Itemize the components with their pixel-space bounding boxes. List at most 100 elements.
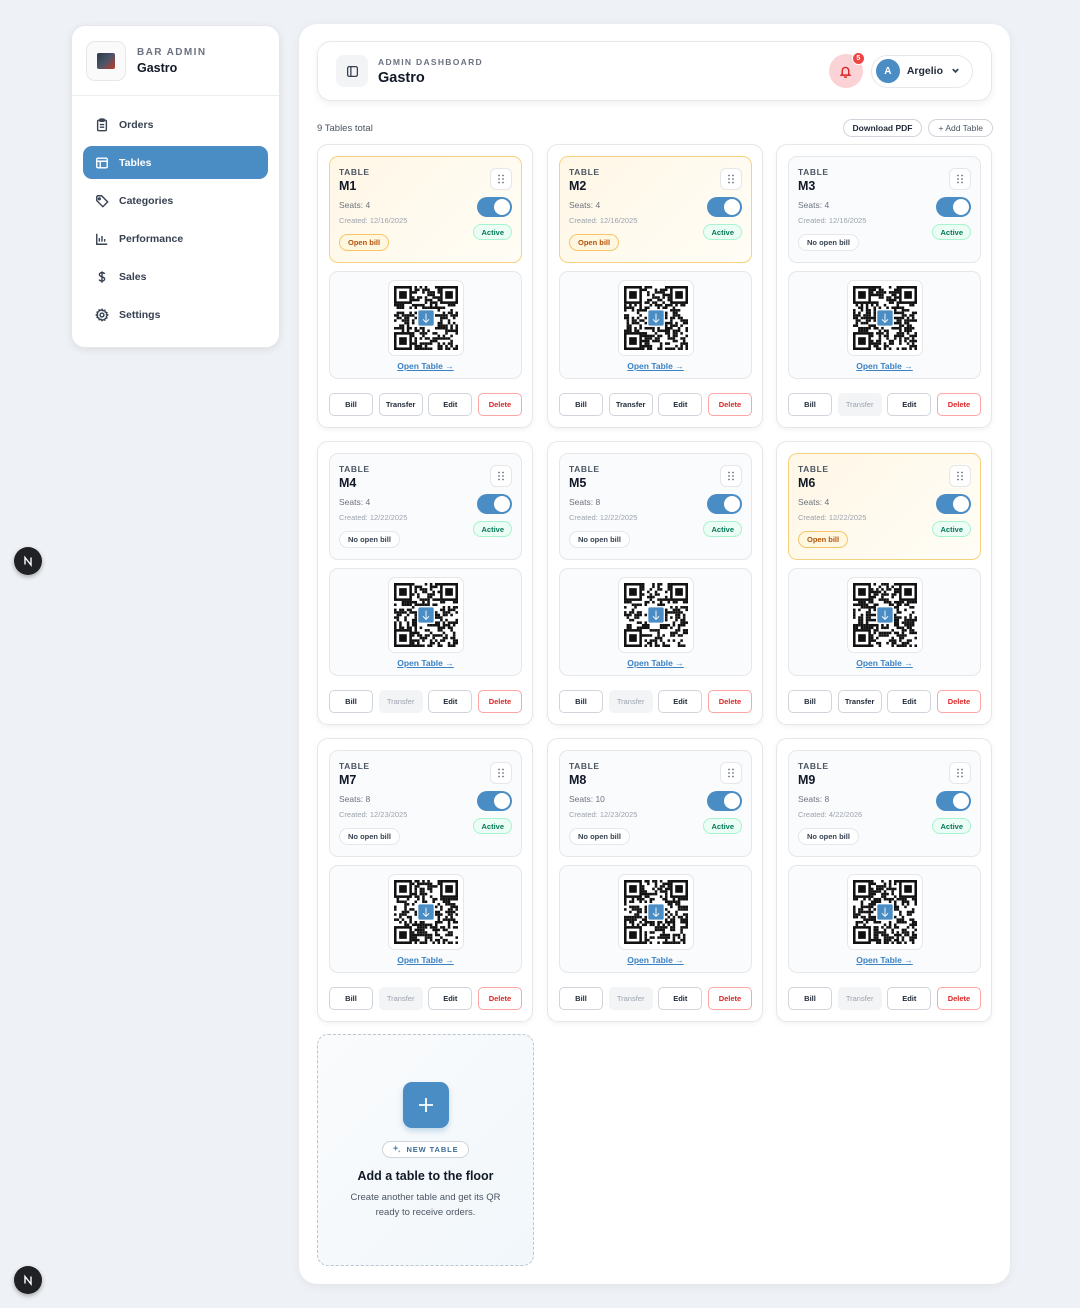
drag-handle[interactable] [720,168,742,190]
bill-button[interactable]: Bill [559,987,603,1010]
sidebar-item-label: Categories [119,194,174,207]
bill-button[interactable]: Bill [559,690,603,713]
bill-status-badge: No open bill [339,531,400,548]
active-toggle[interactable] [707,197,742,217]
edit-button[interactable]: Edit [658,690,703,713]
tables-count: 9 Tables total [317,122,373,134]
edit-button[interactable]: Edit [428,987,473,1010]
edit-button[interactable]: Edit [887,393,932,416]
sidebar-toggle-button[interactable] [336,55,368,87]
drag-handle-icon [498,471,504,481]
active-toggle[interactable] [477,197,512,217]
delete-button[interactable]: Delete [936,393,981,416]
open-table-link[interactable]: Open Table → [330,361,521,371]
qr-code [388,280,464,356]
next-devtools-button-bottom[interactable] [14,1266,42,1294]
sidebar-item-orders[interactable]: Orders [83,108,268,141]
page-header: ADMIN DASHBOARD Gastro 5 A Argelio [317,41,992,101]
card-actions: Bill Transfer Edit Delete [559,393,752,416]
next-logo-icon [24,1274,32,1286]
drag-handle-icon [498,768,504,778]
add-table-plus-button[interactable] [402,1082,449,1128]
active-toggle[interactable] [936,494,971,514]
main-panel: ADMIN DASHBOARD Gastro 5 A Argelio 9 Tab… [299,24,1010,1284]
drag-handle[interactable] [949,465,971,487]
open-table-link[interactable]: Open Table → [560,361,751,371]
add-table-button[interactable]: + Add Table [928,119,993,137]
bill-button[interactable]: Bill [788,987,832,1010]
open-table-link[interactable]: Open Table → [330,658,521,668]
sidebar-item-performance[interactable]: Performance [83,222,268,255]
open-table-link[interactable]: Open Table → [330,955,521,965]
qr-panel: Open Table → [788,865,981,973]
bill-button[interactable]: Bill [329,987,373,1010]
bill-button[interactable]: Bill [788,690,832,713]
table-eyebrow: TABLE [798,464,829,474]
next-devtools-button[interactable] [14,547,42,575]
bill-button[interactable]: Bill [329,393,373,416]
transfer-button[interactable]: Transfer [608,393,653,416]
edit-button[interactable]: Edit [428,393,473,416]
card-actions: Bill Transfer Edit Delete [329,987,522,1010]
bill-button[interactable]: Bill [559,393,603,416]
user-menu-button[interactable]: A Argelio [870,54,973,88]
delete-button[interactable]: Delete [707,987,752,1010]
active-toggle[interactable] [707,791,742,811]
edit-button[interactable]: Edit [658,987,703,1010]
active-toggle[interactable] [936,791,971,811]
plus-icon [418,1098,433,1112]
drag-handle[interactable] [490,762,512,784]
brand-eyebrow: BAR ADMIN [137,46,207,58]
header-eyebrow: ADMIN DASHBOARD [378,56,483,67]
page-title: Gastro [378,69,425,86]
transfer-button[interactable]: Transfer [378,393,423,416]
drag-handle[interactable] [490,465,512,487]
delete-button[interactable]: Delete [477,987,522,1010]
gear-icon [95,307,109,322]
edit-button[interactable]: Edit [887,690,932,713]
edit-button[interactable]: Edit [887,987,932,1010]
active-toggle[interactable] [936,197,971,217]
sidebar-item-settings[interactable]: Settings [83,298,268,331]
edit-button[interactable]: Edit [428,690,473,713]
drag-handle[interactable] [720,762,742,784]
open-table-link[interactable]: Open Table → [789,955,980,965]
sidebar-item-sales[interactable]: Sales [83,260,268,293]
delete-button[interactable]: Delete [707,393,752,416]
drag-handle-icon [957,768,963,778]
qr-code-image [624,583,688,647]
sidebar-item-categories[interactable]: Categories [83,184,268,217]
table-name: M7 [339,773,357,787]
delete-button[interactable]: Delete [936,690,981,713]
sidebar-item-tables[interactable]: Tables [83,146,268,179]
qr-panel: Open Table → [559,568,752,676]
drag-handle[interactable] [720,465,742,487]
qr-code [847,577,923,653]
add-table-card[interactable]: NEW TABLE Add a table to the floor Creat… [317,1034,534,1266]
drag-handle[interactable] [949,762,971,784]
edit-button[interactable]: Edit [658,393,703,416]
drag-handle[interactable] [490,168,512,190]
active-toggle[interactable] [707,494,742,514]
delete-button[interactable]: Delete [477,690,522,713]
bill-status-badge: No open bill [798,234,859,251]
open-table-link[interactable]: Open Table → [789,658,980,668]
bill-button[interactable]: Bill [788,393,832,416]
delete-button[interactable]: Delete [936,987,981,1010]
delete-button[interactable]: Delete [707,690,752,713]
active-toggle[interactable] [477,791,512,811]
new-table-pill-label: NEW TABLE [406,1145,459,1154]
drag-handle[interactable] [949,168,971,190]
open-table-link[interactable]: Open Table → [560,955,751,965]
card-actions: Bill Transfer Edit Delete [559,690,752,713]
open-table-link[interactable]: Open Table → [560,658,751,668]
transfer-button[interactable]: Transfer [837,690,882,713]
delete-button[interactable]: Delete [477,393,522,416]
download-pdf-button[interactable]: Download PDF [842,119,923,137]
open-table-link[interactable]: Open Table → [789,361,980,371]
active-toggle[interactable] [477,494,512,514]
bill-button[interactable]: Bill [329,690,373,713]
qr-code-image [853,286,917,350]
panel-icon [346,65,358,77]
notifications-button[interactable]: 5 [828,52,865,88]
